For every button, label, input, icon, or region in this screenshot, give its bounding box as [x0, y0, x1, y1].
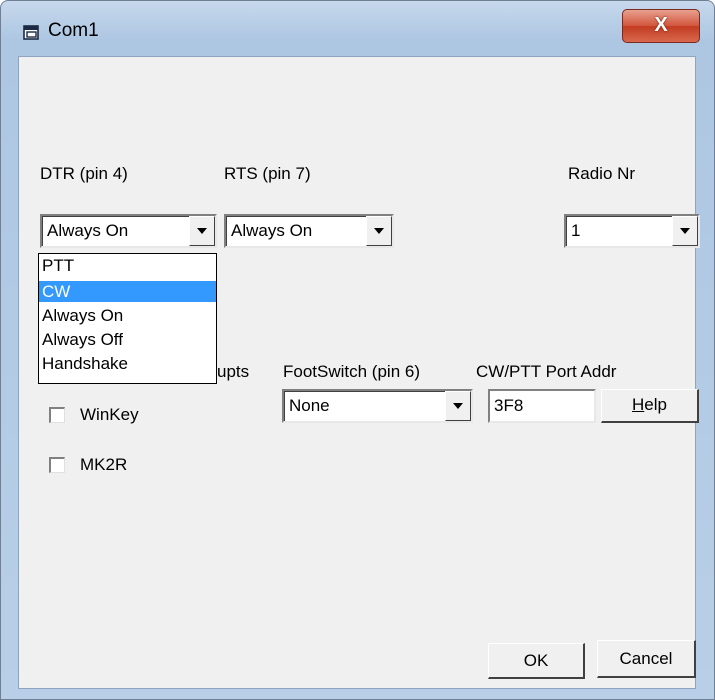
chevron-down-icon[interactable]: [366, 216, 392, 246]
window-title: Com1: [48, 20, 99, 41]
mk2r-label[interactable]: MK2R: [80, 455, 127, 475]
close-button[interactable]: X: [622, 9, 700, 43]
rts-label: RTS (pin 7): [224, 164, 311, 183]
help-button[interactable]: Help: [601, 389, 699, 423]
cancel-button[interactable]: Cancel: [597, 640, 696, 678]
dtr-select[interactable]: Always On: [40, 214, 217, 248]
dropdown-option-cw[interactable]: CW: [39, 281, 216, 302]
radio-nr-selected-value: 1: [571, 221, 581, 240]
help-button-label: elp: [644, 395, 667, 414]
app-window-icon: [23, 25, 39, 40]
rts-selected-value: Always On: [231, 221, 313, 240]
winkey-label[interactable]: WinKey: [80, 405, 139, 425]
radio-nr-label: Radio Nr: [568, 164, 636, 183]
footswitch-label: FootSwitch (pin 6): [283, 362, 420, 381]
ok-button[interactable]: OK: [488, 643, 585, 679]
port-addr-value: 3F8: [494, 396, 524, 415]
dropdown-option-always-on[interactable]: Always On: [39, 305, 216, 326]
help-button-mnemonic: H: [632, 395, 645, 414]
dropdown-option-handshake[interactable]: Handshake: [39, 353, 216, 374]
footswitch-selected-value: None: [289, 396, 330, 415]
interrupts-label: upts: [217, 362, 250, 381]
chevron-down-icon[interactable]: [672, 216, 698, 246]
winkey-checkbox[interactable]: [49, 407, 65, 423]
dropdown-option-always-off[interactable]: Always Off: [39, 329, 216, 350]
dtr-label: DTR (pin 4): [40, 164, 128, 183]
mk2r-checkbox[interactable]: [49, 457, 65, 473]
chevron-down-icon[interactable]: [445, 391, 471, 421]
title-bar[interactable]: Com1 X: [1, 1, 714, 57]
port-addr-input[interactable]: 3F8: [488, 389, 596, 423]
radio-nr-select[interactable]: 1: [564, 214, 700, 248]
rts-select[interactable]: Always On: [224, 214, 394, 248]
close-icon: X: [654, 14, 668, 36]
port-addr-label: CW/PTT Port Addr: [476, 362, 617, 381]
dropdown-option-ptt[interactable]: PTT: [39, 255, 216, 276]
dtr-selected-value: Always On: [47, 221, 129, 240]
dtr-dropdown-list: PTT CW Always On Always Off Handshake: [38, 253, 217, 384]
footswitch-select[interactable]: None: [282, 389, 473, 423]
chevron-down-icon[interactable]: [189, 216, 215, 246]
